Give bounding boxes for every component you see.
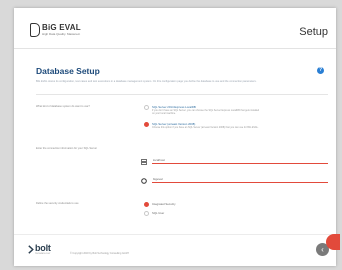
intro-text: BiG EVAL stores its configuration, test … <box>36 80 257 83</box>
connection-question: Enter the connection information for you… <box>36 147 98 150</box>
radio-sqlserver[interactable] <box>144 122 149 127</box>
server-input[interactable]: localhost <box>152 156 328 164</box>
question-icon[interactable]: ? <box>317 67 324 74</box>
option-localdb-label[interactable]: SQL Server 2014 Express LocalDB <box>152 105 196 109</box>
option-sql-user-label[interactable]: SQL User <box>152 211 164 215</box>
option-localdb-description: If you don't have an SQL Server, you can… <box>152 109 260 116</box>
option-sqlserver-description: Choose this option if you have an SQL Se… <box>152 126 259 129</box>
db-system-question: What kind of database system do want to … <box>36 105 90 108</box>
security-question: Define the security credentials to use <box>36 202 79 205</box>
logo-text: BiG EVAL <box>42 23 81 32</box>
option-integrated-security-label[interactable]: Integrated Security <box>152 202 175 206</box>
database-input[interactable]: bigeval <box>152 175 328 183</box>
copyright-text: © Copyright 2018 by Bolt Technology Cons… <box>70 252 129 255</box>
bolt-logo: bolt TECHNOLOGY <box>28 243 56 256</box>
arrow-left-icon: ‹ <box>321 245 324 254</box>
radio-localdb[interactable] <box>144 105 149 110</box>
setup-window: BiG EVAL High Data Quality. Mastered. Se… <box>14 8 336 266</box>
section-title: Database Setup <box>36 66 100 76</box>
logo-subtext: High Data Quality. Mastered. <box>42 32 81 36</box>
footer: bolt TECHNOLOGY © Copyright 2018 by Bolt… <box>14 234 336 266</box>
bolt-brand-sub: TECHNOLOGY <box>35 253 51 255</box>
next-button[interactable] <box>326 234 340 250</box>
server-icon <box>140 158 148 166</box>
bolt-brand: bolt <box>35 243 51 253</box>
bolt-chevron-icon <box>28 245 34 254</box>
divider <box>36 94 328 95</box>
database-icon <box>140 177 148 185</box>
page-title: Setup <box>299 26 328 38</box>
header: BiG EVAL High Data Quality. Mastered. Se… <box>14 8 336 49</box>
logo-mark-icon <box>30 23 40 37</box>
option-sqlserver-label[interactable]: SQL Server (at least Version 2008) <box>152 122 195 126</box>
radio-integrated-security[interactable] <box>144 202 149 207</box>
radio-sql-user[interactable] <box>144 211 149 216</box>
